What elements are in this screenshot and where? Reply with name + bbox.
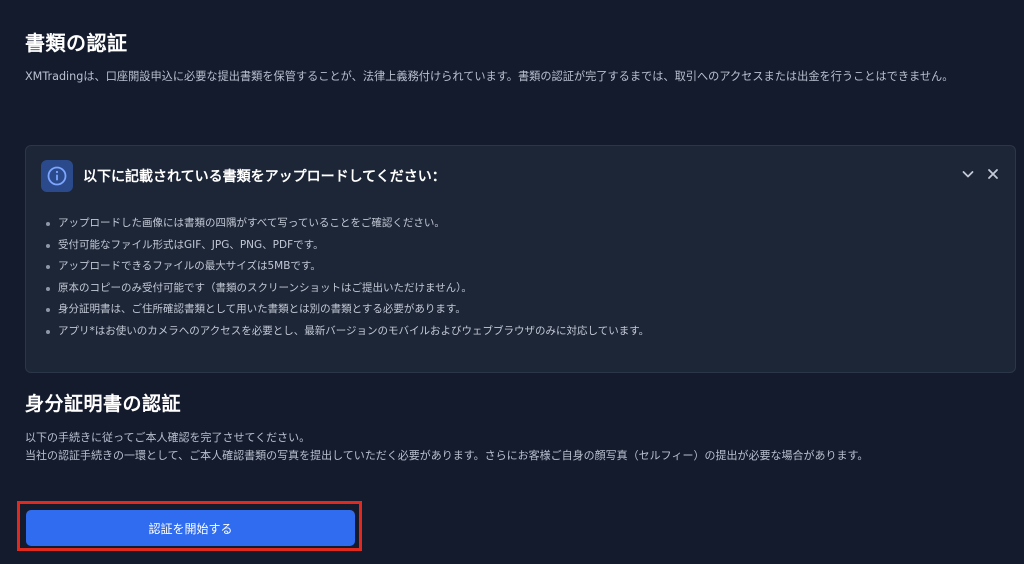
chevron-down-icon[interactable] — [960, 166, 976, 182]
identity-instruction-line: 以下の手続きに従ってご本人確認を完了させてください。 — [25, 431, 311, 444]
list-item: 身分証明書は、ご住所確認書類として用いた書類とは別の書類とする必要があります。 — [44, 299, 994, 321]
document-verification-title: 書類の認証 — [25, 31, 128, 55]
verification-page: 書類の認証 XMTradingは、口座開設申込に必要な提出書類を保管することが、… — [0, 0, 1024, 564]
list-item: 受付可能なファイル形式はGIF、JPG、PNG、PDFです。 — [44, 235, 994, 257]
list-item: アプリ*はお使いのカメラへのアクセスを必要とし、最新バージョンのモバイルおよびウ… — [44, 321, 994, 343]
info-icon — [41, 160, 73, 192]
start-verification-button[interactable]: 認証を開始する — [26, 510, 355, 546]
identity-verification-description: 以下の手続きに従ってご本人確認を完了させてください。 当社の認証手続きの一環とし… — [25, 429, 1010, 465]
close-icon[interactable] — [985, 166, 1001, 182]
upload-requirements-panel: 以下に記載されている書類をアップロードしてください： アップロードした画像には書… — [25, 145, 1016, 373]
identity-verification-title: 身分証明書の認証 — [25, 393, 182, 415]
list-item: 原本のコピーのみ受付可能です（書類のスクリーンショットはご提出いただけません）。 — [44, 278, 994, 300]
list-item: アップロードできるファイルの最大サイズは5MBです。 — [44, 256, 994, 278]
upload-requirements-title: 以下に記載されている書類をアップロードしてください： — [83, 169, 446, 185]
identity-instruction-line: 当社の認証手続きの一環として、ご本人確認書類の写真を提出していただく必要がありま… — [25, 449, 869, 462]
document-verification-description: XMTradingは、口座開設申込に必要な提出書類を保管することが、法律上義務付… — [25, 70, 954, 83]
upload-requirements-list: アップロードした画像には書類の四隅がすべて写っていることをご確認ください。 受付… — [44, 213, 994, 342]
list-item: アップロードした画像には書類の四隅がすべて写っていることをご確認ください。 — [44, 213, 994, 235]
